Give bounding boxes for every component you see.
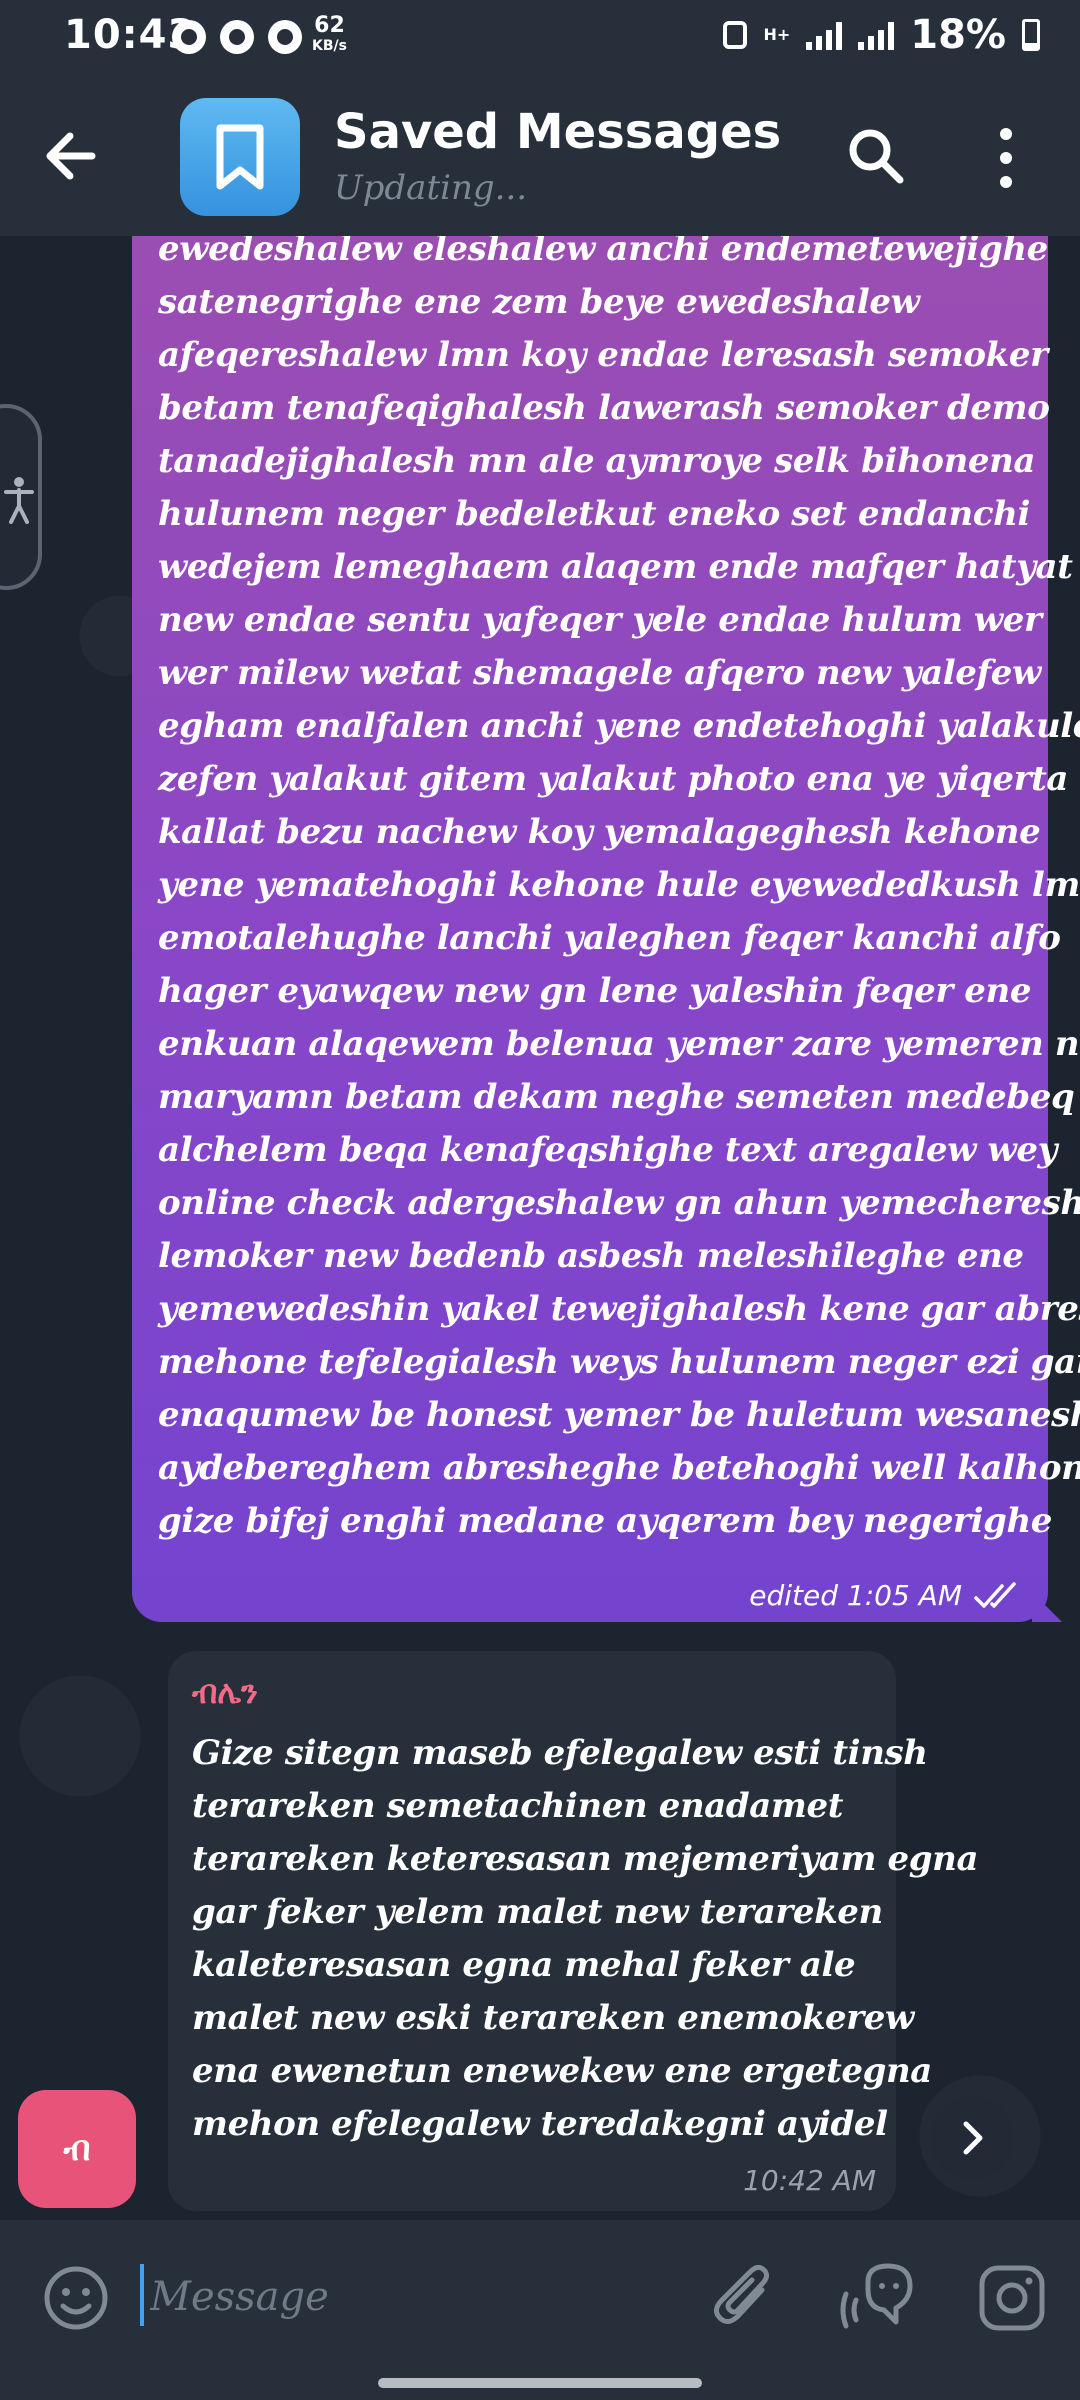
incoming-message-bubble[interactable]: ብሌን Gize sitegn maseb efelegalew esti ti… xyxy=(168,1651,979,2211)
message-meta: edited 1:05 AM xyxy=(749,1579,1024,1612)
message-line: egham enalfalen anchi yene endetehoghi y… xyxy=(158,706,1080,746)
text-cursor xyxy=(140,2264,144,2326)
message-line: yene yematehoghi kehone hule eyewededkus… xyxy=(158,865,1080,905)
message-edited-time: edited 1:05 AM xyxy=(749,1579,962,1612)
double-check-icon xyxy=(974,1581,1016,1608)
forward-button[interactable] xyxy=(930,2096,1014,2180)
search-icon xyxy=(849,129,904,184)
network-type: H+ xyxy=(763,25,791,44)
message-composer xyxy=(0,2220,1080,2400)
message-line: gize bifej enghi medane ayqerem bey nege… xyxy=(158,1501,1053,1541)
network-speed: 62 KB/s xyxy=(312,13,347,56)
message-line: kaleteresasan egna mehal feker ale xyxy=(192,1945,856,1985)
notification-icon xyxy=(172,20,206,54)
chat-title[interactable]: Saved Messages xyxy=(334,104,781,160)
message-line: malet new eski terareken enemokerew xyxy=(192,1998,914,2038)
notification-icon xyxy=(220,20,254,54)
status-right: H+ 18% xyxy=(723,12,1040,58)
notification-icon xyxy=(268,20,302,54)
message-line: zefen yalakut gitem yalakut photo ena ye… xyxy=(158,759,1069,799)
message-line: ewedeshalew eleshalew anchi endemeteweji… xyxy=(158,236,1048,269)
outgoing-message-bubble[interactable]: ewedeshalew eleshalew anchi endemeteweji… xyxy=(132,236,1080,1622)
message-line: online check adergeshalew gn ahun yemech… xyxy=(158,1183,1080,1223)
message-line: yemewedeshin yakel tewejighalesh kene ga… xyxy=(158,1289,1080,1329)
message-line: wedejem lemeghaem alaqem ende mafqer hat… xyxy=(158,547,1073,587)
message-line: betam tenafeqighalesh lawerash semoker d… xyxy=(158,388,1050,428)
message-line: gar feker yelem malet new terareken xyxy=(192,1892,883,1932)
message-line: wer milew wetat shemagele afqero new yal… xyxy=(158,653,1041,693)
emoji-button[interactable] xyxy=(42,2264,110,2336)
outgoing-message-lines: ewedeshalew eleshalew anchi endemeteweji… xyxy=(158,236,1080,1548)
voice-chat-icon xyxy=(840,2263,913,2329)
message-line: afeqereshalew lmn koy endae leresash sem… xyxy=(158,335,1048,375)
chat-area[interactable]: ewedeshalew eleshalew anchi endemeteweji… xyxy=(0,236,1080,2220)
accessibility-icon xyxy=(4,477,34,524)
battery-icon xyxy=(1022,19,1040,51)
home-indicator[interactable] xyxy=(378,2378,702,2388)
message-line: mehone tefelegialesh weys hulunem neger … xyxy=(158,1342,1080,1382)
message-line: kallat bezu nachew koy yemalageghesh keh… xyxy=(158,812,1041,852)
message-line: maryamn betam dekam neghe semeten medebe… xyxy=(158,1077,1075,1117)
chevron-right-icon xyxy=(963,2121,983,2155)
message-line: alchelem beqa kenafeqshighe text aregale… xyxy=(158,1130,1057,1170)
message-line: new endae sentu yafeqer yele endae hulum… xyxy=(158,600,1042,640)
message-line: tanadejighalesh mn ale aymroye selk biho… xyxy=(158,441,1036,481)
message-line: enkuan alaqewem belenua yemer zare yemer… xyxy=(158,1024,1080,1064)
more-vertical-icon xyxy=(1000,128,1012,188)
paperclip-icon xyxy=(714,2264,770,2324)
message-line: emotalehughe lanchi yaleghen feqer kanch… xyxy=(158,918,1061,958)
outgoing-message-text: ewedeshalew eleshalew anchi endemeteweji… xyxy=(158,236,1080,1548)
message-line: lemoker new bedenb asbesh meleshileghe e… xyxy=(158,1236,1024,1276)
signal-icon xyxy=(806,20,843,50)
chat-avatar[interactable] xyxy=(180,98,300,216)
message-input[interactable] xyxy=(148,2258,672,2336)
search-button[interactable] xyxy=(846,126,906,186)
message-line: hulunem neger bedeletkut eneko set endan… xyxy=(158,494,1031,534)
sender-avatar[interactable]: ብ xyxy=(18,2090,136,2208)
arrow-left-icon xyxy=(46,132,96,180)
attach-button[interactable] xyxy=(710,2260,780,2336)
incoming-message-text: Gize sitegn maseb efelegalew esti tinsh t… xyxy=(192,1727,979,2151)
signal-icon xyxy=(858,20,895,50)
message-line: terareken semetachinen enadamet xyxy=(192,1786,844,1826)
status-bar: 10:43 62 KB/s H+ 18% xyxy=(0,0,1080,76)
bookmark-icon xyxy=(216,124,264,190)
sender-name[interactable]: ብሌን xyxy=(192,1673,258,1712)
message-line: hager eyawqew new gn lene yaleshin feqer… xyxy=(158,971,1032,1011)
voice-button[interactable] xyxy=(838,2260,922,2336)
message-line: aydebereghem abresheghe betehoghi well k… xyxy=(158,1448,1080,1488)
message-line: Gize sitegn maseb efelegalew esti tinsh xyxy=(192,1733,928,1773)
accessibility-handle[interactable] xyxy=(0,404,42,590)
message-time: 10:42 AM xyxy=(743,2164,876,2197)
network-speed-unit: KB/s xyxy=(312,38,347,54)
message-line: satenegrighe ene zem beye ewedeshalew xyxy=(158,282,920,322)
battery-percent: 18% xyxy=(910,12,1006,58)
camera-button[interactable] xyxy=(978,2264,1046,2336)
message-line: enaqumew be honest yemer be huletum wesa… xyxy=(158,1395,1080,1435)
message-line: terareken keteresasan mejemeriyam egna xyxy=(192,1839,979,1879)
instagram-camera-icon xyxy=(979,2265,1045,2331)
more-menu-button[interactable] xyxy=(994,126,1018,190)
chat-header: Saved Messages Updating... xyxy=(0,76,1080,236)
lock-icon xyxy=(723,21,748,49)
back-button[interactable] xyxy=(44,128,114,184)
network-speed-value: 62 xyxy=(314,13,345,38)
message-line: ena ewenetun enewekew ene ergetegna xyxy=(192,2051,932,2091)
chat-status: Updating... xyxy=(334,168,528,208)
smile-icon xyxy=(44,2266,108,2330)
message-line: mehon efelegalew teredakegni ayidel xyxy=(192,2104,888,2144)
